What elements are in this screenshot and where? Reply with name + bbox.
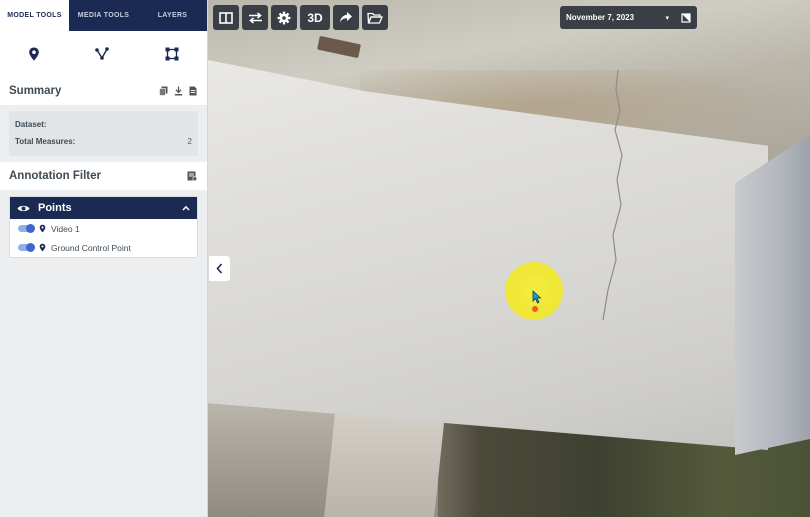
- share-arrow-icon: [340, 12, 352, 23]
- slab-side-face: [735, 135, 810, 455]
- chevron-left-icon: [216, 263, 223, 274]
- points-header[interactable]: Points: [10, 197, 197, 219]
- summary-row-total-measures: Total Measures: 2: [15, 133, 192, 150]
- viewport-toolbar: 3D: [213, 5, 388, 30]
- points-card: Points Video 1 Ground Control Point: [9, 196, 198, 258]
- tab-media-tools[interactable]: MEDIA TOOLS: [69, 0, 138, 31]
- point-item-ground-control-point: Ground Control Point: [10, 238, 197, 257]
- lower-wall-panel: [324, 405, 446, 517]
- measure-tool-row: [0, 31, 207, 77]
- point-item-video-1: Video 1: [10, 219, 197, 238]
- mouse-cursor-icon: [532, 290, 542, 304]
- share-button[interactable]: [333, 5, 359, 30]
- map-pin-icon: [39, 243, 46, 252]
- tab-layers[interactable]: LAYERS: [138, 0, 207, 31]
- polyline-icon[interactable]: [95, 47, 110, 61]
- summary-value: 2: [187, 137, 192, 146]
- summary-box: Dataset: Total Measures: 2: [9, 111, 198, 156]
- summary-label: Dataset:: [15, 120, 47, 129]
- folder-open-icon: [367, 12, 383, 24]
- chevron-up-icon[interactable]: [182, 205, 190, 211]
- panel-tabs: MODEL TOOLS MEDIA TOOLS LAYERS: [0, 0, 207, 31]
- caret-down-icon[interactable]: ▾: [665, 14, 669, 22]
- annotation-filter-header: Annotation Filter: [0, 162, 207, 190]
- summary-row-dataset: Dataset:: [15, 116, 192, 133]
- polygon-icon[interactable]: [165, 47, 179, 61]
- left-tool-panel: MODEL TOOLS MEDIA TOOLS LAYERS Summary D…: [0, 0, 208, 517]
- date-selector[interactable]: November 7, 2023 ▾: [560, 6, 697, 29]
- summary-title: Summary: [9, 85, 62, 97]
- point-label[interactable]: Video 1: [51, 224, 80, 234]
- document-icon[interactable]: [189, 86, 197, 96]
- points-title: Points: [38, 202, 72, 214]
- copy-icon[interactable]: [159, 86, 168, 96]
- annotation-point-marker[interactable]: [532, 306, 538, 312]
- visibility-toggle[interactable]: [18, 223, 35, 233]
- split-view-button[interactable]: [213, 5, 239, 30]
- swap-icon: [248, 11, 262, 24]
- map-pin-icon: [39, 224, 46, 233]
- 3d-view-button[interactable]: 3D: [300, 5, 330, 30]
- settings-button[interactable]: [271, 5, 297, 30]
- swap-button[interactable]: [242, 5, 268, 30]
- tab-model-tools[interactable]: MODEL TOOLS: [0, 0, 69, 31]
- download-icon[interactable]: [174, 86, 183, 96]
- map-pin-icon[interactable]: [28, 47, 40, 61]
- concrete-crack: [602, 70, 623, 320]
- split-view-icon: [219, 11, 233, 24]
- open-folder-button[interactable]: [362, 5, 388, 30]
- eye-icon[interactable]: [17, 204, 30, 213]
- collapse-panel-button[interactable]: [209, 256, 230, 281]
- visibility-toggle[interactable]: [18, 242, 35, 252]
- summary-header: Summary: [0, 77, 207, 105]
- gear-icon: [277, 11, 291, 24]
- compare-icon[interactable]: [681, 12, 691, 23]
- summary-label: Total Measures:: [15, 137, 76, 146]
- filter-list-icon[interactable]: [187, 171, 197, 181]
- date-value: November 7, 2023: [566, 13, 635, 22]
- point-label[interactable]: Ground Control Point: [51, 243, 131, 253]
- annotation-filter-title: Annotation Filter: [9, 170, 101, 182]
